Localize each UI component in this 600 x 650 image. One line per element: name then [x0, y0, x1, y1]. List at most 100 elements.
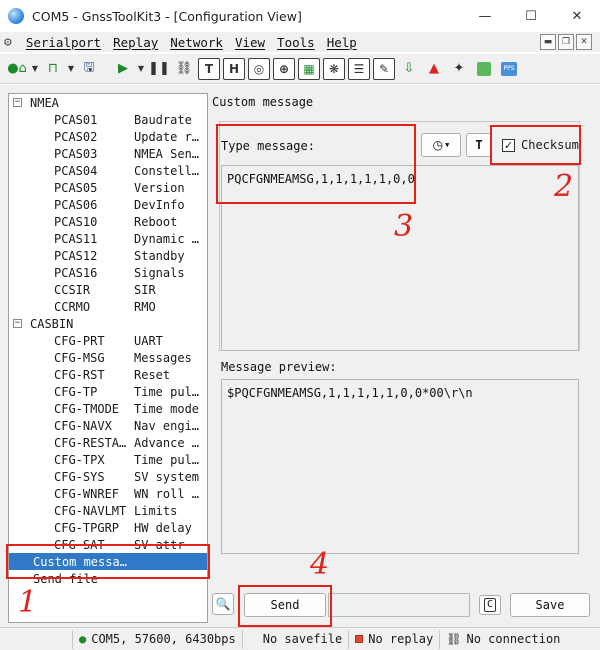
tree-item-desc: SIR: [134, 282, 156, 297]
tree-item-id: CFG-NAVX: [54, 418, 112, 433]
tree-item-desc: HW delay: [134, 520, 192, 535]
tree-item[interactable]: CFG-RST Reset: [9, 366, 207, 383]
clear-label: C: [483, 598, 497, 612]
dropdown-arrow-icon[interactable]: ▼: [67, 58, 75, 80]
edit-icon[interactable]: ✎: [373, 57, 395, 80]
text-view-button[interactable]: T: [198, 57, 220, 80]
tree-item-custom-message[interactable]: Custom messa…: [9, 553, 207, 570]
close-button[interactable]: ✕: [554, 0, 600, 32]
waveform-icon[interactable]: ⊓: [42, 58, 64, 80]
tree-item[interactable]: PCAS03 NMEA Sen…: [9, 145, 207, 162]
checksum-label: Checksum: [521, 138, 579, 152]
tree-item[interactable]: PCAS12 Standby: [9, 247, 207, 264]
tree-item[interactable]: CFG-NAVX Nav engi…: [9, 417, 207, 434]
tree-item[interactable]: CFG-RESTA… Advance …: [9, 434, 207, 451]
dropdown-arrow-icon[interactable]: ▼: [31, 58, 39, 80]
serial-connect-icon[interactable]: ●⌂: [6, 58, 28, 80]
compass-icon[interactable]: ▲: [423, 58, 445, 80]
send-button[interactable]: Send: [244, 593, 326, 617]
tree-item-desc: DevInfo: [134, 197, 185, 212]
tree-item[interactable]: PCAS06 DevInfo: [9, 196, 207, 213]
window-title: COM5 - GnssToolKit3 - [Configuration Vie…: [32, 8, 302, 24]
pps-icon[interactable]: PPS: [498, 58, 520, 80]
tree-item[interactable]: PCAS01 Baudrate: [9, 111, 207, 128]
pause-icon[interactable]: ❚❚: [148, 58, 170, 80]
mdi-restore-icon[interactable]: ❐: [558, 34, 574, 50]
mdi-close-icon[interactable]: ✕: [576, 34, 592, 50]
tree-item[interactable]: CFG-NAVLMT Limits: [9, 502, 207, 519]
menu-network[interactable]: Network: [164, 35, 229, 50]
replay-stop-icon: [355, 635, 364, 643]
status-port-text: COM5, 57600, 6430bps: [91, 632, 236, 646]
save-button[interactable]: Save: [510, 593, 590, 617]
tree-item-id: CFG-RST: [54, 367, 105, 382]
tree-item-id: CFG-TPGRP: [54, 520, 120, 535]
tree-item[interactable]: CFG-TMODE Time mode: [9, 400, 207, 417]
microphone-icon[interactable]: ⛓: [173, 58, 195, 80]
status-replay: No replay: [348, 629, 439, 649]
download-icon[interactable]: ⇩: [398, 58, 420, 80]
tree-item[interactable]: PCAS04 Constell…: [9, 162, 207, 179]
tree-item[interactable]: CFG-PRT UART: [9, 332, 207, 349]
tree-item[interactable]: PCAS05 Version: [9, 179, 207, 196]
tree-item-id: PCAS16: [54, 265, 98, 280]
mdi-minimize-icon[interactable]: ▬: [540, 34, 556, 50]
tree-item[interactable]: CFG-TPGRP HW delay: [9, 519, 207, 536]
tree-item[interactable]: CFG-MSG Messages: [9, 349, 207, 366]
collapse-icon[interactable]: −: [13, 98, 22, 107]
tree-group-nmea[interactable]: − NMEA: [9, 94, 207, 111]
tree-item[interactable]: PCAS16 Signals: [9, 264, 207, 281]
system-menu-icon[interactable]: ⚙: [4, 35, 12, 50]
play-icon[interactable]: ▶: [112, 58, 134, 80]
menu-view[interactable]: View: [229, 35, 271, 50]
tree-item[interactable]: CFG-SYS SV system: [9, 468, 207, 485]
collapse-icon[interactable]: −: [13, 319, 22, 328]
maximize-button[interactable]: ☐: [508, 0, 554, 32]
minimize-button[interactable]: —: [462, 0, 508, 32]
tree-item[interactable]: CFG-TPX Time pul…: [9, 451, 207, 468]
menu-bar: ⚙ Serialport Replay Network View Tools H…: [0, 32, 600, 52]
list-icon[interactable]: ☰: [348, 57, 370, 80]
menu-serialport[interactable]: Serialport: [20, 35, 107, 50]
tree-item[interactable]: PCAS02 Update r…: [9, 128, 207, 145]
annotation-number-1: 1: [18, 585, 38, 620]
tree-item[interactable]: PCAS10 Reboot: [9, 213, 207, 230]
tree-group-casbin[interactable]: − CASBIN: [9, 315, 207, 332]
checksum-option[interactable]: ✓ Checksum: [502, 138, 579, 152]
tree-item-id: PCAS02: [54, 129, 98, 144]
tree-item[interactable]: CCSIR SIR: [9, 281, 207, 298]
dropdown-arrow-icon[interactable]: ▼: [137, 58, 145, 80]
menu-help[interactable]: Help: [321, 35, 363, 50]
save-icon[interactable]: 🖫: [78, 58, 100, 80]
hex-view-button[interactable]: H: [223, 57, 245, 80]
map-icon[interactable]: [473, 58, 495, 80]
status-bar: ● COM5, 57600, 6430bps No savefile No re…: [0, 627, 600, 650]
checksum-checkbox[interactable]: ✓: [502, 138, 515, 152]
tree-item[interactable]: CFG-SAT SV attr: [9, 536, 207, 553]
tree-item-desc: Version: [134, 180, 185, 195]
settings-icon[interactable]: ❋: [323, 57, 345, 80]
tree-item[interactable]: CCRMO RMO: [9, 298, 207, 315]
tree-item-desc: Reboot: [134, 214, 178, 229]
clear-button[interactable]: C: [479, 595, 501, 615]
toolbar: ●⌂ ▼ ⊓ ▼ 🖫 ▶ ▼ ❚❚ ⛓ T H ◎ ⊕ ▦ ❋ ☰ ✎ ⇩ ▲ …: [0, 54, 600, 84]
satellite-icon[interactable]: ✦: [448, 58, 470, 80]
tree-item-desc: Baudrate: [134, 112, 192, 127]
tree-item[interactable]: CFG-WNREF WN roll …: [9, 485, 207, 502]
send-input[interactable]: [328, 593, 470, 617]
message-input[interactable]: PQCFGNMEAMSG,1,1,1,1,1,0,0: [221, 165, 579, 351]
menu-tools[interactable]: Tools: [271, 35, 321, 50]
preview-label: Message preview:: [221, 360, 337, 374]
menu-replay[interactable]: Replay: [107, 35, 164, 50]
timer-button[interactable]: ◷ ▼: [421, 133, 461, 157]
tree-item-send-file[interactable]: Send file: [9, 570, 207, 587]
position-icon[interactable]: ⊕: [273, 57, 295, 80]
find-button[interactable]: 🔍: [212, 593, 234, 615]
target-icon[interactable]: ◎: [248, 57, 270, 80]
config-tree[interactable]: − NMEA PCAS01 Baudrate PCAS02 Update r… PCAS…: [8, 93, 208, 623]
chart-icon[interactable]: ▦: [298, 57, 320, 80]
tree-item[interactable]: PCAS11 Dynamic …: [9, 230, 207, 247]
tree-item-desc: SV attr: [134, 537, 185, 552]
text-format-button[interactable]: T: [466, 133, 492, 157]
tree-item[interactable]: CFG-TP Time pul…: [9, 383, 207, 400]
